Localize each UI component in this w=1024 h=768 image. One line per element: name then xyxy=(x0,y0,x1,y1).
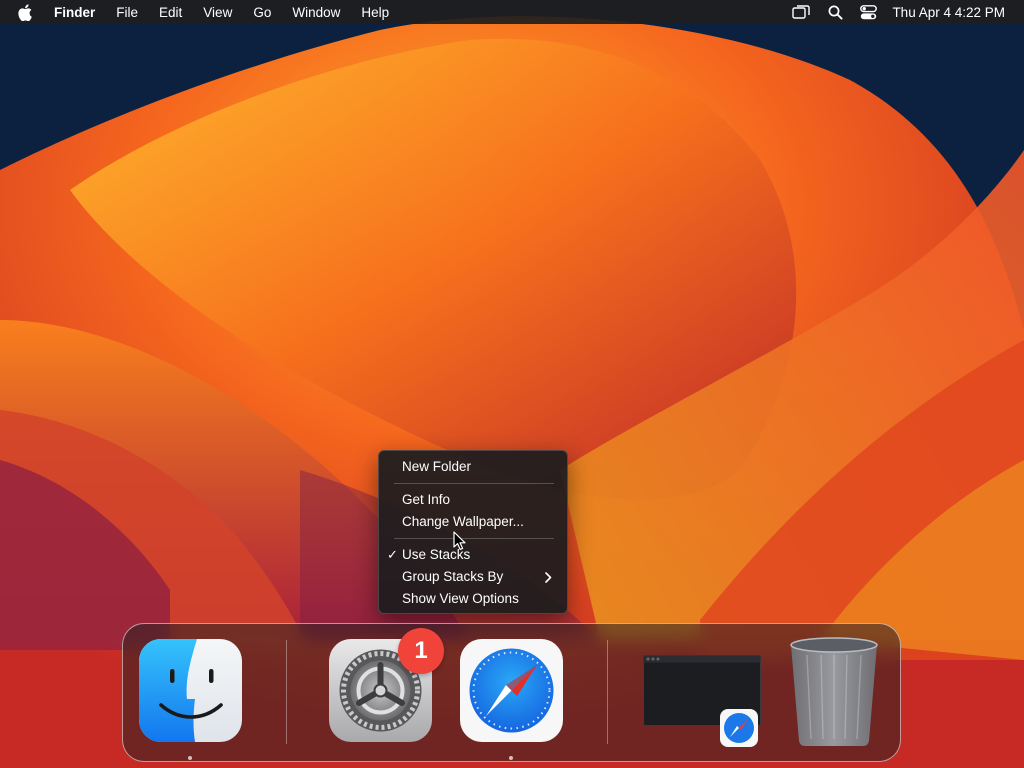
menu-item-label: Show View Options xyxy=(402,591,519,606)
running-indicator xyxy=(188,756,192,760)
finder-app-icon[interactable] xyxy=(139,639,242,742)
menu-edit[interactable]: Edit xyxy=(159,5,182,20)
menu-item-show-view-options[interactable]: Show View Options xyxy=(379,588,569,610)
notification-badge: 1 xyxy=(398,628,444,674)
safari-minimized-window[interactable] xyxy=(643,655,761,748)
menu-bar: Finder File Edit View Go Window Help Thu… xyxy=(0,0,1024,24)
menu-window[interactable]: Window xyxy=(292,5,340,20)
menu-item-use-stacks[interactable]: ✓ Use Stacks xyxy=(379,544,569,566)
menu-help[interactable]: Help xyxy=(361,5,389,20)
control-center-icon[interactable] xyxy=(858,4,878,20)
running-indicator xyxy=(509,756,513,760)
menu-app-finder[interactable]: Finder xyxy=(54,5,95,20)
menu-item-label: Change Wallpaper... xyxy=(402,514,524,529)
menu-go[interactable]: Go xyxy=(253,5,271,20)
menu-item-label: Group Stacks By xyxy=(402,569,504,584)
menu-file[interactable]: File xyxy=(116,5,138,20)
menu-separator xyxy=(394,538,554,539)
menu-item-get-info[interactable]: Get Info xyxy=(379,489,569,511)
dock-divider xyxy=(286,640,287,744)
menu-item-change-wallpaper[interactable]: Change Wallpaper... xyxy=(379,511,569,533)
dock-divider xyxy=(607,640,608,744)
menu-separator xyxy=(394,483,554,484)
search-icon[interactable] xyxy=(825,4,845,20)
desktop-context-menu: New Folder Get Info Change Wallpaper... … xyxy=(378,450,568,614)
checkmark-icon: ✓ xyxy=(387,547,398,562)
menu-bar-clock[interactable]: Thu Apr 4 4:22 PM xyxy=(892,5,1005,20)
trash-icon[interactable] xyxy=(787,635,881,749)
screen-mirroring-icon[interactable] xyxy=(791,4,811,20)
menu-item-group-stacks-by[interactable]: Group Stacks By xyxy=(379,566,569,588)
menu-item-label: New Folder xyxy=(402,459,472,474)
menu-item-label: Get Info xyxy=(402,492,451,507)
menu-item-new-folder[interactable]: New Folder xyxy=(379,456,569,478)
menu-view[interactable]: View xyxy=(203,5,232,20)
safari-app-icon[interactable] xyxy=(460,639,563,742)
apple-menu-icon[interactable] xyxy=(18,3,34,21)
mouse-cursor-icon xyxy=(453,531,466,550)
chevron-right-icon xyxy=(545,566,555,588)
